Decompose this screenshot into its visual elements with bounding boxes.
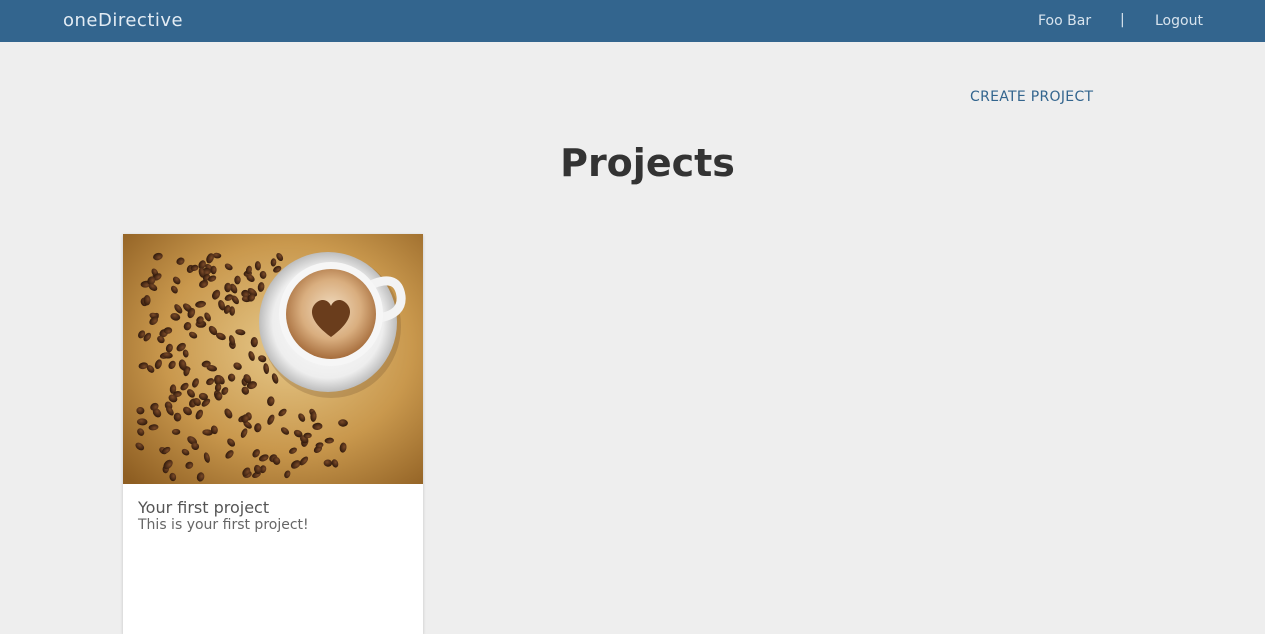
project-card[interactable]: Your first project This is your first pr… <box>123 234 423 634</box>
create-project-button[interactable]: CREATE PROJECT <box>970 89 1093 105</box>
coffee-cup-image <box>123 234 423 484</box>
coffee-bean <box>171 428 181 435</box>
coffee-bean <box>250 337 258 348</box>
top-navbar: oneDirective Foo Bar | Logout <box>0 0 1265 42</box>
nav-separator: | <box>1120 12 1125 28</box>
page-title: Projects <box>560 141 735 185</box>
user-name-link[interactable]: Foo Bar <box>1038 13 1091 29</box>
brand-logo[interactable]: oneDirective <box>63 10 183 31</box>
logout-link[interactable]: Logout <box>1155 13 1203 29</box>
project-title: Your first project <box>138 498 270 517</box>
project-description: This is your first project! <box>138 517 309 533</box>
project-image <box>123 234 423 484</box>
